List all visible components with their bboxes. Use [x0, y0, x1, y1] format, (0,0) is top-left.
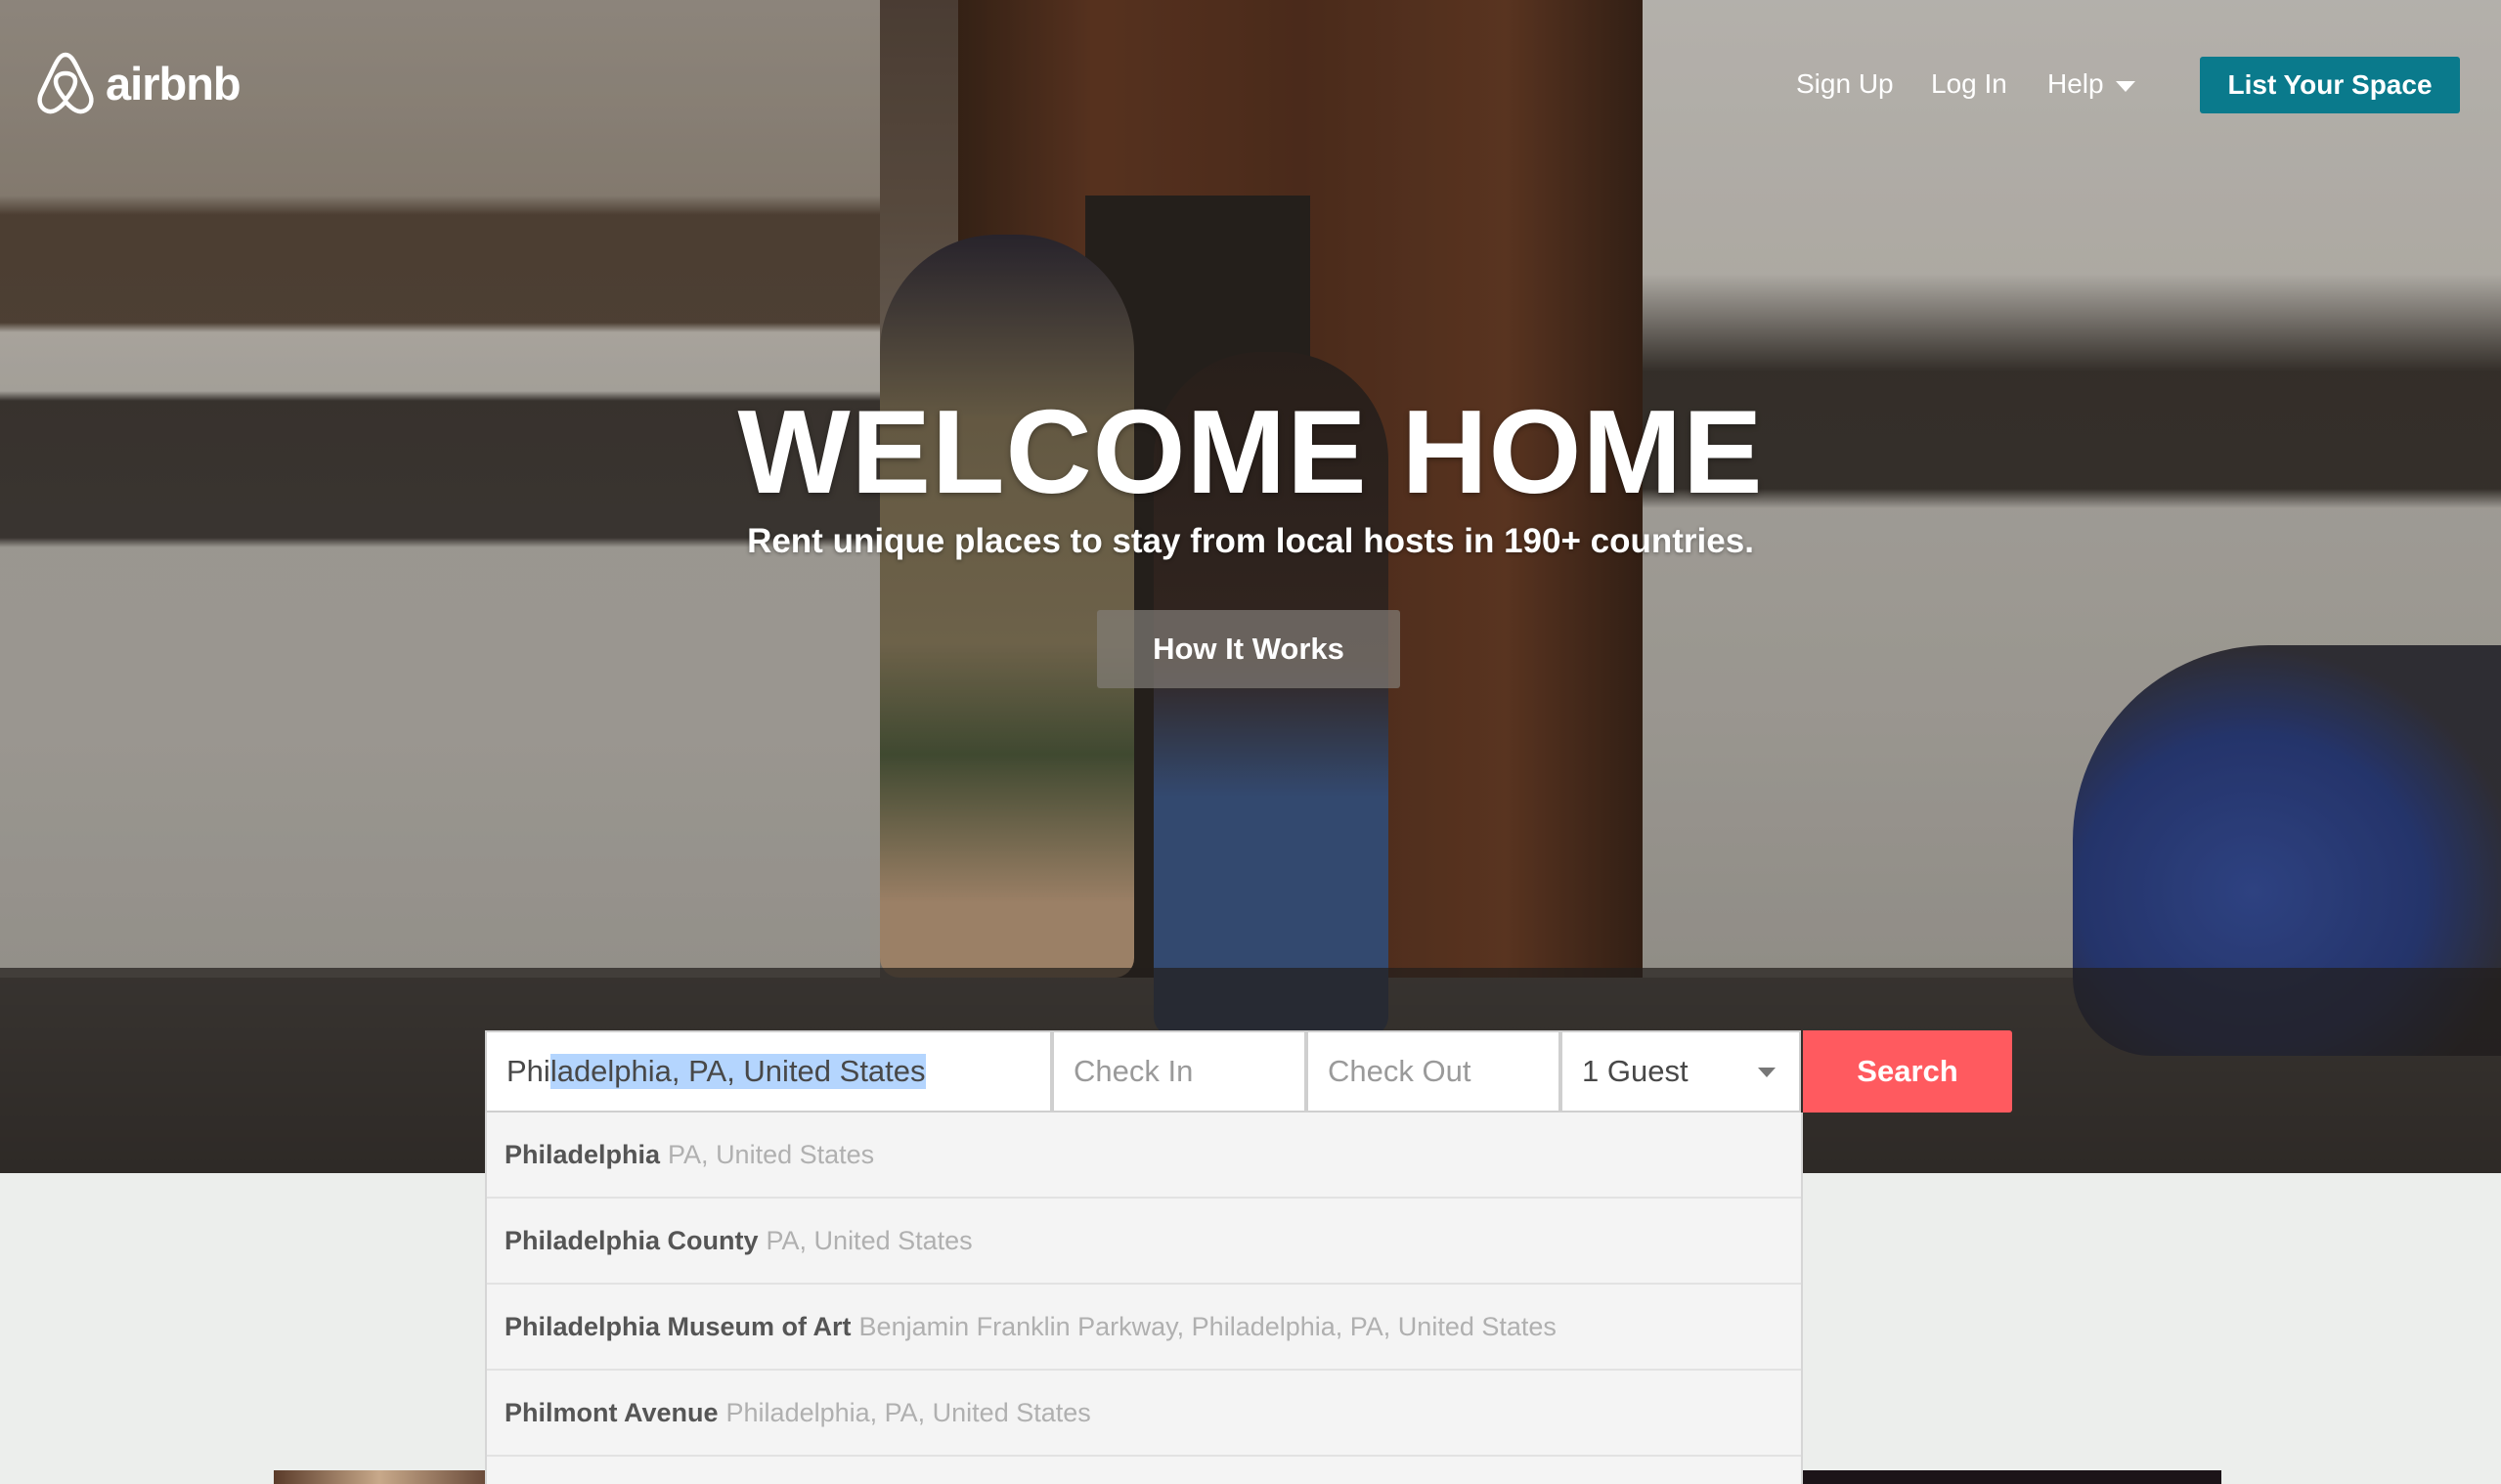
airbnb-belo-icon: [37, 52, 94, 114]
hero-headline: WELCOME HOME: [737, 385, 1764, 518]
listing-card-preview-right: [1803, 1470, 2221, 1484]
location-search-input[interactable]: Phi ladelphia, PA, United States: [485, 1030, 1052, 1113]
how-it-works-button[interactable]: How It Works: [1097, 610, 1400, 688]
location-autocomplete-selection: ladelphia, PA, United States: [549, 1054, 926, 1089]
nav-help-dropdown[interactable]: Help: [2047, 68, 2135, 100]
suggestion-secondary-text: PA, United States: [766, 1225, 973, 1255]
suggestion-main-text: Philmont Avenue: [505, 1397, 719, 1427]
search-button[interactable]: Search: [1803, 1030, 2012, 1113]
location-typed-text: Phi: [506, 1054, 550, 1088]
suggestion-item[interactable]: Philadelphia PA, United States: [487, 1113, 1801, 1199]
check-out-field[interactable]: Check Out: [1306, 1030, 1560, 1113]
location-suggestions-dropdown: Philadelphia PA, United States Philadelp…: [485, 1113, 1803, 1484]
suggestion-main-text: Philadelphia County: [505, 1225, 759, 1255]
logo-wordmark: airbnb: [106, 57, 241, 109]
list-your-space-button[interactable]: List Your Space: [2200, 57, 2460, 113]
chevron-down-icon: [1758, 1068, 1776, 1077]
check-in-field[interactable]: Check In: [1052, 1030, 1306, 1113]
suggestion-main-text: Philadelphia: [505, 1139, 661, 1169]
hero-subheadline: Rent unique places to stay from local ho…: [747, 522, 1754, 560]
suggestion-secondary-text: Philadelphia, PA, United States: [725, 1397, 1091, 1427]
nav-help-label: Help: [2047, 68, 2104, 99]
suggestion-secondary-text: Benjamin Franklin Parkway, Philadelphia,…: [858, 1311, 1557, 1341]
chevron-down-icon: [2115, 80, 2135, 92]
airbnb-logo[interactable]: airbnb: [35, 51, 241, 115]
suggestion-main-text: Philadelphia Museum of Art: [505, 1311, 852, 1341]
suggestion-item[interactable]: Philmont Avenue Philadelphia, PA, United…: [487, 1371, 1801, 1457]
guests-select[interactable]: 1 Guest: [1560, 1030, 1801, 1113]
suggestion-item[interactable]: Philadelphia County PA, United States: [487, 1199, 1801, 1285]
guests-selected-value: 1 Guest: [1582, 1054, 1689, 1088]
suggestion-secondary-text: PA, United States: [668, 1139, 875, 1169]
listing-card-preview-left: [274, 1470, 485, 1484]
nav-log-in-link[interactable]: Log In: [1931, 68, 2007, 100]
nav-sign-up-link[interactable]: Sign Up: [1796, 68, 1894, 100]
suggestion-item[interactable]: Philadelphia Museum of Art Benjamin Fran…: [487, 1285, 1801, 1371]
